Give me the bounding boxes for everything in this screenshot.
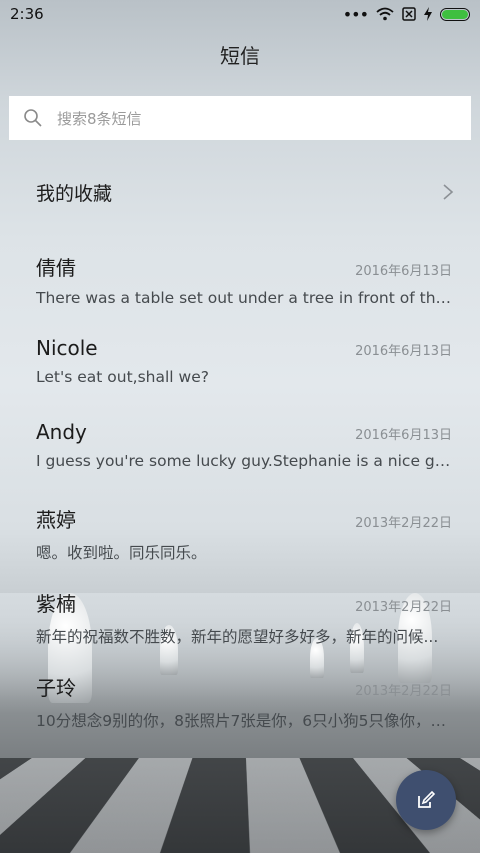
message-date: 2016年6月13日: [355, 264, 452, 279]
page-title: 短信: [220, 44, 260, 68]
contact-name: 倩倩: [36, 256, 76, 280]
favorites-row[interactable]: 我的收藏: [0, 150, 480, 234]
search-placeholder: 搜索8条短信: [57, 109, 142, 128]
message-snippet: 新年的祝福数不胜数，新年的愿望好多好多，新年的问候...: [36, 628, 439, 646]
message-date: 2013年2月22日: [355, 600, 452, 615]
contact-name: Nicole: [36, 336, 98, 360]
conversation-list: 我的收藏 倩倩 2016年6月13日 There was a table set…: [0, 150, 480, 738]
message-snippet: There was a table set out under a tree i…: [36, 289, 452, 307]
chevron-right-icon: [443, 184, 454, 200]
contact-name: Andy: [36, 420, 87, 444]
charging-icon: [424, 7, 432, 21]
conversation-item[interactable]: 燕婷 2013年2月22日 嗯。收到啦。同乐同乐。: [0, 486, 480, 570]
status-icons: •••: [343, 5, 470, 24]
contact-name: 燕婷: [36, 508, 76, 532]
message-date: 2013年2月22日: [355, 516, 452, 531]
battery-icon: [440, 7, 470, 21]
contact-name: 紫楠: [36, 592, 76, 616]
dots-icon: •••: [342, 4, 369, 24]
conversation-item[interactable]: Nicole 2016年6月13日 Let's eat out,shall we…: [0, 318, 480, 402]
message-date: 2013年2月22日: [355, 684, 452, 699]
compose-button[interactable]: [396, 770, 456, 830]
compose-icon: [418, 790, 436, 808]
message-snippet: 嗯。收到啦。同乐同乐。: [36, 544, 207, 562]
conversation-item[interactable]: 紫楠 2013年2月22日 新年的祝福数不胜数，新年的愿望好多好多，新年的问候.…: [0, 570, 480, 654]
message-snippet: 10分想念9别的你，8张照片7张是你，6只小狗5只像你，4...: [36, 712, 452, 730]
conversation-item[interactable]: Andy 2016年6月13日 I guess you're some luck…: [0, 402, 480, 486]
message-snippet: Let's eat out,shall we?: [36, 368, 209, 386]
status-bar: 2:36 •••: [0, 0, 480, 28]
contact-name: 子玲: [36, 676, 76, 700]
wifi-icon: [376, 7, 394, 21]
message-snippet: I guess you're some lucky guy.Stephanie …: [36, 452, 452, 470]
no-sim-icon: [402, 7, 416, 21]
conversation-item[interactable]: 倩倩 2016年6月13日 There was a table set out …: [0, 234, 480, 318]
search-icon: [24, 109, 42, 127]
conversation-item[interactable]: 子玲 2013年2月22日 10分想念9别的你，8张照片7张是你，6只小狗5只像…: [0, 654, 480, 738]
message-date: 2016年6月13日: [355, 344, 452, 359]
favorites-label: 我的收藏: [36, 182, 113, 205]
search-input[interactable]: 搜索8条短信: [9, 96, 471, 140]
message-date: 2016年6月13日: [355, 428, 452, 443]
battery-fill: [442, 9, 468, 19]
status-time: 2:36: [10, 5, 44, 23]
